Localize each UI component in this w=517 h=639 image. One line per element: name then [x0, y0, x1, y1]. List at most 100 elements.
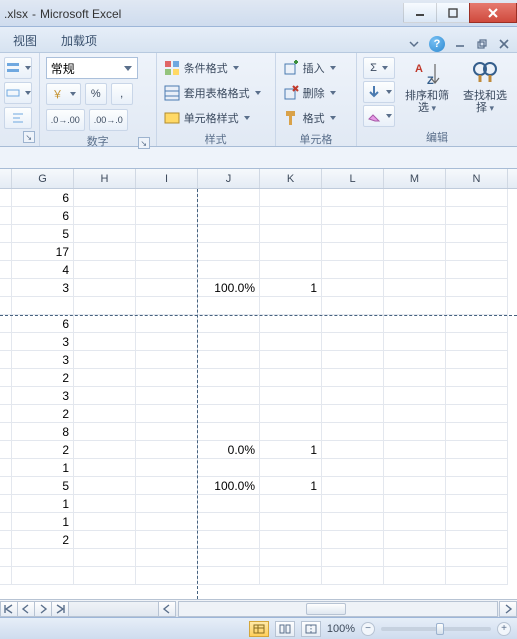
table-row[interactable]: 1	[0, 459, 517, 477]
cell[interactable]	[74, 423, 136, 441]
cell[interactable]	[136, 495, 198, 513]
cell[interactable]	[0, 441, 12, 459]
cell[interactable]	[198, 333, 260, 351]
cell[interactable]	[446, 225, 508, 243]
cell[interactable]: 1	[260, 441, 322, 459]
decrease-decimal-button[interactable]: .00→.0	[89, 109, 128, 131]
cell[interactable]	[384, 387, 446, 405]
cell[interactable]	[446, 423, 508, 441]
cell[interactable]	[260, 189, 322, 207]
cell[interactable]	[74, 387, 136, 405]
table-row[interactable]: 3	[0, 351, 517, 369]
cell[interactable]	[198, 225, 260, 243]
cell[interactable]	[136, 225, 198, 243]
cell[interactable]	[384, 333, 446, 351]
cell[interactable]	[384, 297, 446, 315]
alignment-launcher[interactable]	[23, 131, 35, 143]
col-header-M[interactable]: M	[384, 169, 446, 188]
col-header-K[interactable]: K	[260, 169, 322, 188]
cell[interactable]	[0, 423, 12, 441]
tab-addins[interactable]: 加载项	[50, 27, 108, 52]
cell[interactable]	[0, 567, 12, 585]
cell[interactable]	[322, 405, 384, 423]
cell[interactable]	[322, 297, 384, 315]
cell[interactable]	[74, 351, 136, 369]
cell[interactable]	[446, 387, 508, 405]
cell[interactable]	[136, 423, 198, 441]
cell[interactable]	[0, 495, 12, 513]
fill-button[interactable]	[363, 81, 395, 103]
table-row[interactable]: 2	[0, 531, 517, 549]
cell[interactable]	[0, 333, 12, 351]
cell[interactable]	[384, 189, 446, 207]
cell[interactable]	[74, 441, 136, 459]
cell[interactable]: 8	[12, 423, 74, 441]
cell[interactable]	[0, 459, 12, 477]
cell[interactable]	[260, 567, 322, 585]
table-row[interactable]: 6	[0, 189, 517, 207]
cell[interactable]	[74, 459, 136, 477]
cell[interactable]	[384, 423, 446, 441]
autosum-button[interactable]: Σ	[363, 57, 395, 79]
alignment-misc-button[interactable]	[4, 107, 32, 129]
cell[interactable]	[260, 207, 322, 225]
cell[interactable]	[198, 549, 260, 567]
cell[interactable]	[74, 513, 136, 531]
cell[interactable]	[260, 333, 322, 351]
table-row[interactable]: 20.0%1	[0, 441, 517, 459]
hscroll-left[interactable]	[158, 601, 176, 617]
cell[interactable]	[260, 531, 322, 549]
cell[interactable]	[136, 351, 198, 369]
col-header-L[interactable]: L	[322, 169, 384, 188]
worksheet[interactable]: G H I J K L M N 6651743100.0%1633232820.…	[0, 169, 517, 599]
table-row[interactable]: 1	[0, 495, 517, 513]
table-row[interactable]: 4	[0, 261, 517, 279]
table-row[interactable]: 1	[0, 513, 517, 531]
cell[interactable]	[198, 261, 260, 279]
increase-decimal-button[interactable]: .0→.00	[46, 109, 85, 131]
cell[interactable]	[446, 261, 508, 279]
cell[interactable]	[74, 243, 136, 261]
cell[interactable]	[446, 207, 508, 225]
cell[interactable]	[384, 279, 446, 297]
cell[interactable]	[322, 423, 384, 441]
cell[interactable]	[260, 405, 322, 423]
cell[interactable]	[136, 567, 198, 585]
col-header-G[interactable]: G	[12, 169, 74, 188]
cell[interactable]	[260, 243, 322, 261]
cell[interactable]	[384, 405, 446, 423]
cell[interactable]: 17	[12, 243, 74, 261]
cell[interactable]	[322, 225, 384, 243]
cell[interactable]	[260, 549, 322, 567]
insert-button[interactable]: 插入	[282, 57, 336, 79]
cell[interactable]: 5	[12, 225, 74, 243]
table-row[interactable]: 3100.0%1	[0, 279, 517, 297]
window-maximize-button[interactable]	[436, 3, 470, 23]
cell[interactable]	[136, 387, 198, 405]
cell[interactable]	[322, 531, 384, 549]
cell[interactable]	[446, 279, 508, 297]
cell[interactable]	[446, 189, 508, 207]
table-row[interactable]	[0, 297, 517, 315]
cell[interactable]	[74, 531, 136, 549]
sheet-nav-first[interactable]	[0, 601, 18, 617]
ribbon-minimize-caret[interactable]	[407, 37, 421, 51]
cell[interactable]	[446, 477, 508, 495]
cell[interactable]	[322, 567, 384, 585]
cell[interactable]	[446, 495, 508, 513]
cell[interactable]	[322, 441, 384, 459]
cell[interactable]	[322, 333, 384, 351]
cell[interactable]: 2	[12, 531, 74, 549]
cell[interactable]	[74, 315, 136, 333]
cell[interactable]	[0, 369, 12, 387]
zoom-out-button[interactable]: −	[361, 622, 375, 636]
hscroll-thumb[interactable]	[306, 603, 346, 615]
cell[interactable]	[260, 387, 322, 405]
cell[interactable]	[446, 369, 508, 387]
cell[interactable]	[198, 495, 260, 513]
table-row[interactable]: 17	[0, 243, 517, 261]
cell[interactable]	[198, 207, 260, 225]
cell[interactable]	[260, 225, 322, 243]
conditional-formatting-button[interactable]: 条件格式	[163, 57, 261, 79]
cell[interactable]	[446, 441, 508, 459]
